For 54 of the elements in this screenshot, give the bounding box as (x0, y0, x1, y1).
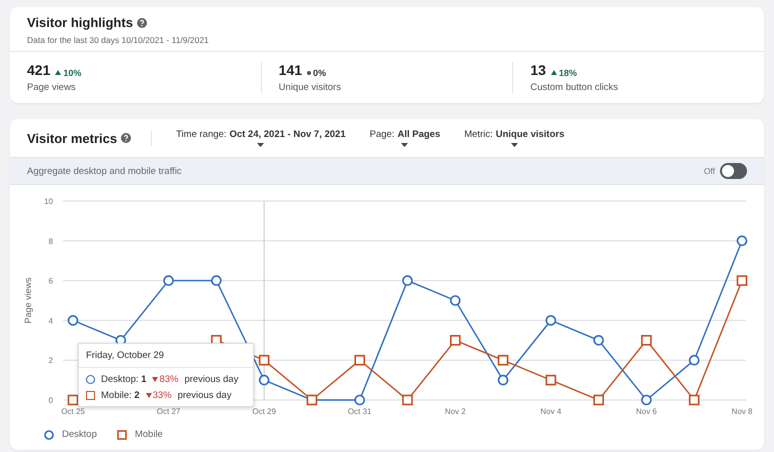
y-tick-label: 6 (48, 276, 53, 286)
up-triangle-icon (55, 70, 62, 75)
help-icon[interactable] (136, 18, 147, 28)
x-tick-label: Nov 8 (732, 407, 752, 416)
y-tick-label: 10 (44, 197, 53, 206)
tooltip-suffix: previous day (178, 390, 232, 401)
toggle-state-text: Off (704, 166, 715, 176)
tooltip-value: Desktop: 1 (101, 374, 146, 385)
filter-dropdown[interactable]: Time range: Oct 24, 2021 - Nov 7, 2021 (176, 129, 346, 147)
filter-dropdown[interactable]: Metric: Unique visitors (464, 129, 564, 147)
stat-label: Page views (27, 82, 77, 93)
change-percent: 10% (63, 68, 82, 78)
y-axis-title: Page views (23, 277, 33, 324)
x-tick-label: Oct 31 (348, 407, 372, 416)
stat-value: 13 (530, 62, 546, 78)
square-marker-icon (86, 391, 95, 400)
tooltip-value: Mobile: 2 (101, 390, 140, 401)
help-icon[interactable] (121, 133, 132, 143)
dot-icon (307, 71, 312, 75)
change-percent: 33% (152, 390, 172, 401)
card-title: Visitor highlights (27, 15, 133, 30)
circle-marker-icon (86, 375, 95, 384)
stat-label: Custom button clicks (530, 82, 619, 93)
x-tick-label: Oct 27 (156, 407, 180, 416)
x-tick-label: Nov 6 (636, 407, 657, 416)
legend-label[interactable]: Mobile (134, 429, 163, 440)
toggle-switch[interactable] (720, 163, 747, 179)
tooltip-title: Friday, October 29 (79, 344, 253, 368)
date-range-text: Data for the last 30 days 10/10/2021 - 11/9/2021 (27, 35, 210, 45)
y-tick-label: 2 (48, 356, 53, 366)
aggregate-label: Aggregate desktop and mobile traffic (27, 166, 182, 176)
down-triangle-icon (152, 377, 158, 382)
down-triangle-icon (146, 393, 152, 398)
caret-icon (257, 143, 264, 147)
card-title: Visitor metrics (27, 130, 118, 146)
tooltip-suffix: previous day (184, 374, 238, 385)
filter-dropdown[interactable]: Page: All Pages (370, 129, 440, 147)
x-tick-label: Nov 4 (540, 407, 562, 416)
y-tick-label: 8 (48, 236, 53, 246)
caret-icon (401, 143, 408, 147)
x-tick-label: Nov 2 (444, 407, 466, 416)
stat-value: 421 (27, 62, 50, 78)
x-tick-label: Oct 29 (252, 407, 276, 416)
legend-label[interactable]: Desktop (62, 429, 97, 440)
change-percent: 18% (558, 68, 577, 78)
change-percent: 0% (313, 68, 326, 78)
y-tick-label: 4 (48, 316, 53, 326)
up-triangle-icon (550, 70, 557, 75)
stat-value: 141 (278, 62, 302, 78)
y-tick-label: 0 (48, 396, 53, 405)
caret-icon (510, 143, 518, 147)
x-tick-label: Oct 25 (61, 407, 85, 416)
stat-label: Unique visitors (278, 82, 342, 93)
change-percent: 83% (159, 374, 178, 385)
